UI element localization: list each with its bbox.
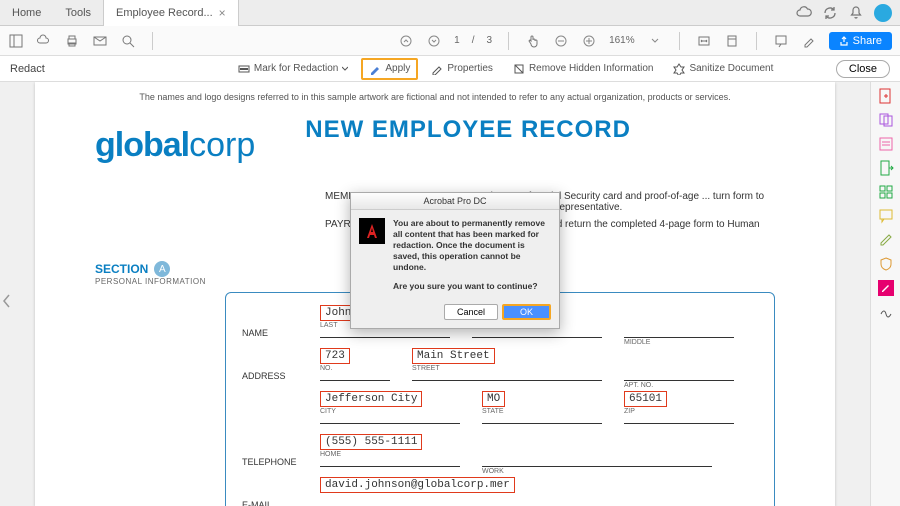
search-icon[interactable] <box>120 33 136 49</box>
mail-icon[interactable] <box>92 33 108 49</box>
page-total: 3 <box>487 35 493 46</box>
main-toolbar: 1 / 3 161% Share <box>0 26 900 56</box>
apply-redaction-button[interactable]: Apply <box>361 58 418 80</box>
comment-icon[interactable] <box>878 208 894 224</box>
mark-redaction-button[interactable]: Mark for Redaction <box>231 59 355 79</box>
close-redact-button[interactable]: Close <box>836 60 890 78</box>
field-street[interactable]: Main Street <box>412 348 495 364</box>
dialog-question: Are you sure you want to continue? <box>393 281 538 291</box>
properties-icon <box>431 63 443 75</box>
zoom-value[interactable]: 161% <box>609 35 635 46</box>
apply-icon <box>369 63 381 75</box>
field-zip[interactable]: 65101 <box>624 391 667 407</box>
protect-icon[interactable] <box>878 256 894 272</box>
fill-sign-icon[interactable] <box>878 232 894 248</box>
remove-hidden-button[interactable]: Remove Hidden Information <box>506 59 661 79</box>
sanitize-button[interactable]: Sanitize Document <box>666 59 780 79</box>
print-icon[interactable] <box>64 33 80 49</box>
tab-home[interactable]: Home <box>0 0 53 26</box>
mark-icon <box>238 63 250 75</box>
field-state[interactable]: MO <box>482 391 505 407</box>
sidebar-icon[interactable] <box>8 33 24 49</box>
organize-icon[interactable] <box>878 184 894 200</box>
edit-pdf-icon[interactable] <box>878 136 894 152</box>
field-city[interactable]: Jefferson City <box>320 391 422 407</box>
cloud-save-icon[interactable] <box>36 33 52 49</box>
disclaimer-text: The names and logo designs referred to i… <box>95 92 775 102</box>
refresh-icon[interactable] <box>822 5 838 21</box>
avatar[interactable] <box>874 4 892 22</box>
remove-icon <box>513 63 525 75</box>
page-title: NEW EMPLOYEE RECORD <box>305 116 775 144</box>
redact-tool-icon[interactable] <box>878 280 894 296</box>
export-pdf-icon[interactable] <box>878 160 894 176</box>
share-icon <box>839 36 849 46</box>
dialog-msg: You are about to permanently remove all … <box>393 218 545 272</box>
sanitize-icon <box>673 63 685 75</box>
combine-icon[interactable] <box>878 112 894 128</box>
redact-label: Redact <box>10 63 45 75</box>
section-letter: A <box>154 261 170 277</box>
page-up-icon[interactable] <box>398 33 414 49</box>
confirm-dialog: Acrobat Pro DC You are about to permanen… <box>350 192 560 329</box>
section-subtitle: PERSONAL INFORMATION <box>95 277 225 286</box>
hand-icon[interactable] <box>525 33 541 49</box>
zoom-in-icon[interactable] <box>581 33 597 49</box>
page-current[interactable]: 1 <box>454 35 460 46</box>
share-button[interactable]: Share <box>829 32 892 50</box>
chevron-down-icon[interactable] <box>647 33 663 49</box>
chevron-down-icon <box>342 66 348 72</box>
field-phone-home[interactable]: (555) 555-1111 <box>320 434 422 450</box>
page-sep: / <box>472 35 475 46</box>
section-label: SECTION <box>95 262 148 276</box>
fit-width-icon[interactable] <box>696 33 712 49</box>
annotate-icon[interactable] <box>773 33 789 49</box>
close-tab-icon[interactable]: × <box>219 0 226 26</box>
tab-tools[interactable]: Tools <box>53 0 103 26</box>
company-logo: globalcorp <box>95 126 255 165</box>
fit-page-icon[interactable] <box>724 33 740 49</box>
create-pdf-icon[interactable] <box>878 88 894 104</box>
redact-toolbar: Redact Mark for Redaction Apply Properti… <box>0 56 900 82</box>
properties-button[interactable]: Properties <box>424 59 500 79</box>
bell-icon[interactable] <box>848 5 864 21</box>
right-tools-rail <box>870 82 900 506</box>
dialog-title: Acrobat Pro DC <box>351 193 559 210</box>
more-tools-icon[interactable] <box>878 304 894 320</box>
cancel-button[interactable]: Cancel <box>444 304 498 320</box>
ok-button[interactable]: OK <box>502 304 551 320</box>
zoom-out-icon[interactable] <box>553 33 569 49</box>
cloud-icon[interactable] <box>796 5 812 21</box>
highlight-icon[interactable] <box>801 33 817 49</box>
tab-document-label: Employee Record... <box>116 0 213 26</box>
app-tabs: Home Tools Employee Record... × <box>0 0 900 26</box>
field-address-no[interactable]: 723 <box>320 348 350 364</box>
page-down-icon[interactable] <box>426 33 442 49</box>
acrobat-icon <box>359 218 385 244</box>
tab-document[interactable]: Employee Record... × <box>103 0 239 26</box>
field-email[interactable]: david.johnson@globalcorp.mer <box>320 477 515 493</box>
